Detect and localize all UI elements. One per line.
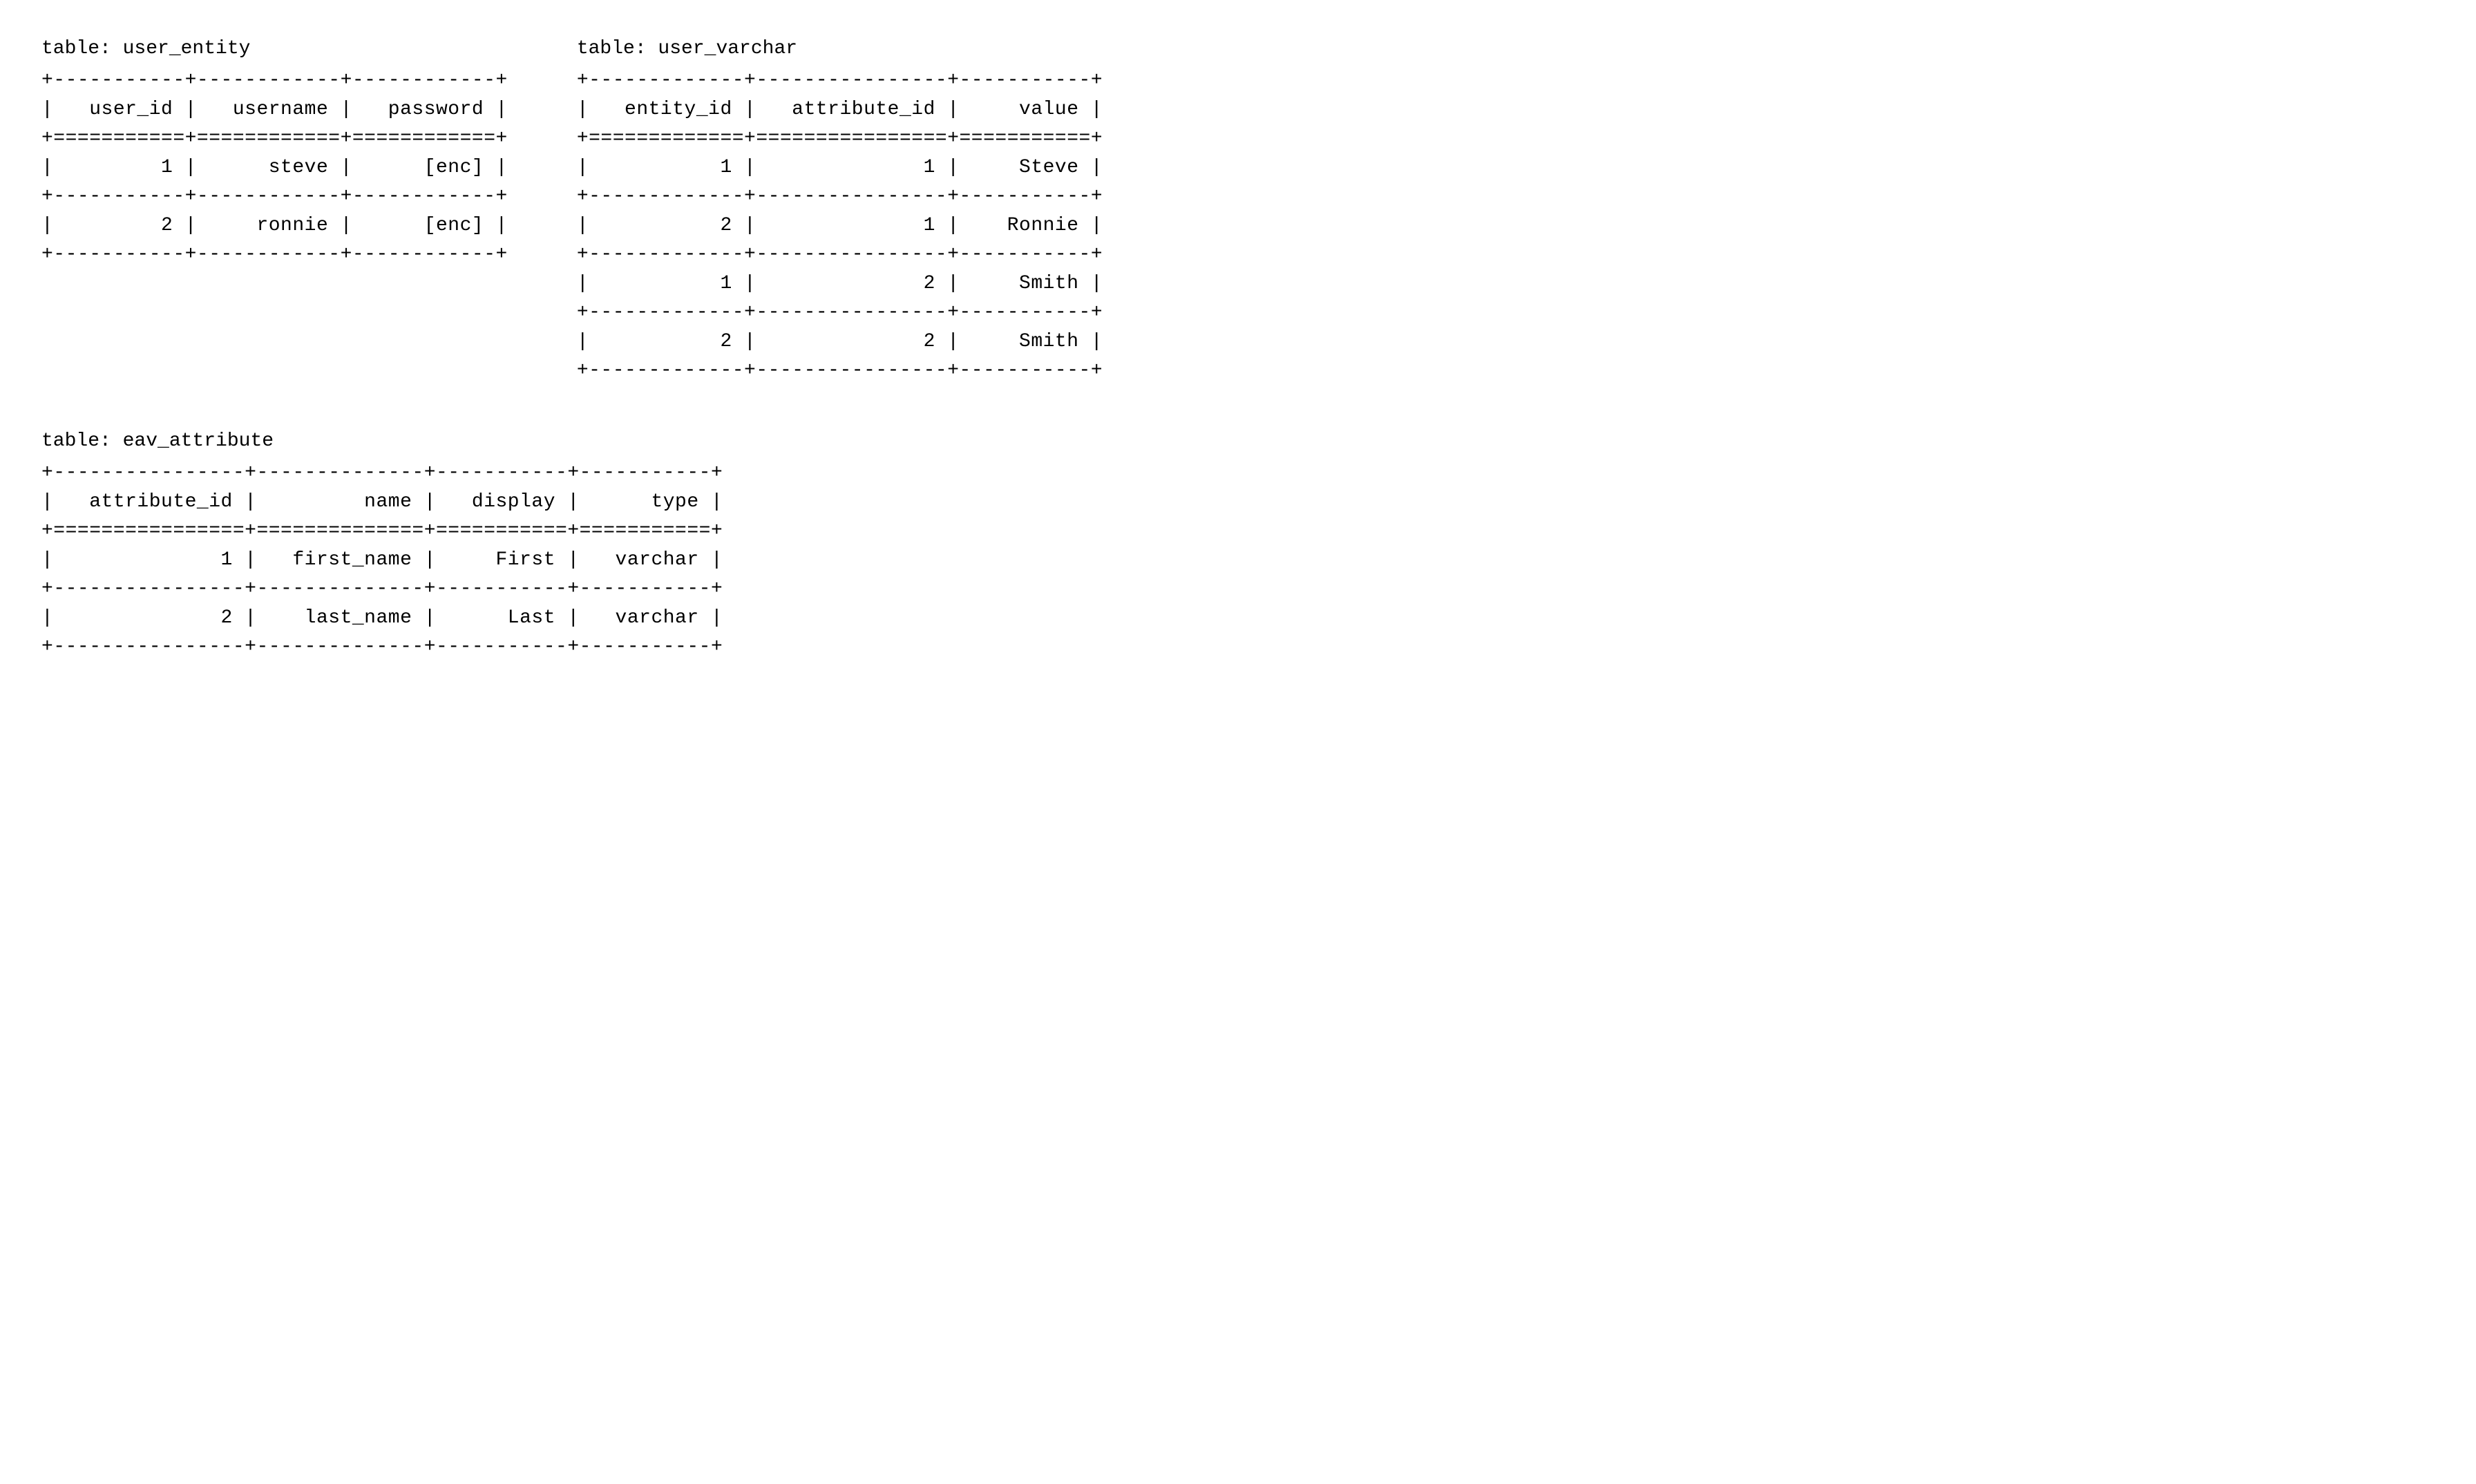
table-user-entity: table: user_entity +-----------+--------…: [41, 35, 508, 269]
table-title: table: user_entity: [41, 35, 508, 64]
table-title: table: user_varchar: [577, 35, 1103, 64]
table-user-varchar: table: user_varchar +-------------+-----…: [577, 35, 1103, 386]
table-body: +----------------+--------------+-------…: [41, 459, 723, 662]
table-eav-attribute: table: eav_attribute +----------------+-…: [41, 427, 723, 662]
table-body: +-------------+----------------+--------…: [577, 66, 1103, 386]
table-title: table: eav_attribute: [41, 427, 723, 456]
table-body: +-----------+------------+------------+ …: [41, 66, 508, 269]
